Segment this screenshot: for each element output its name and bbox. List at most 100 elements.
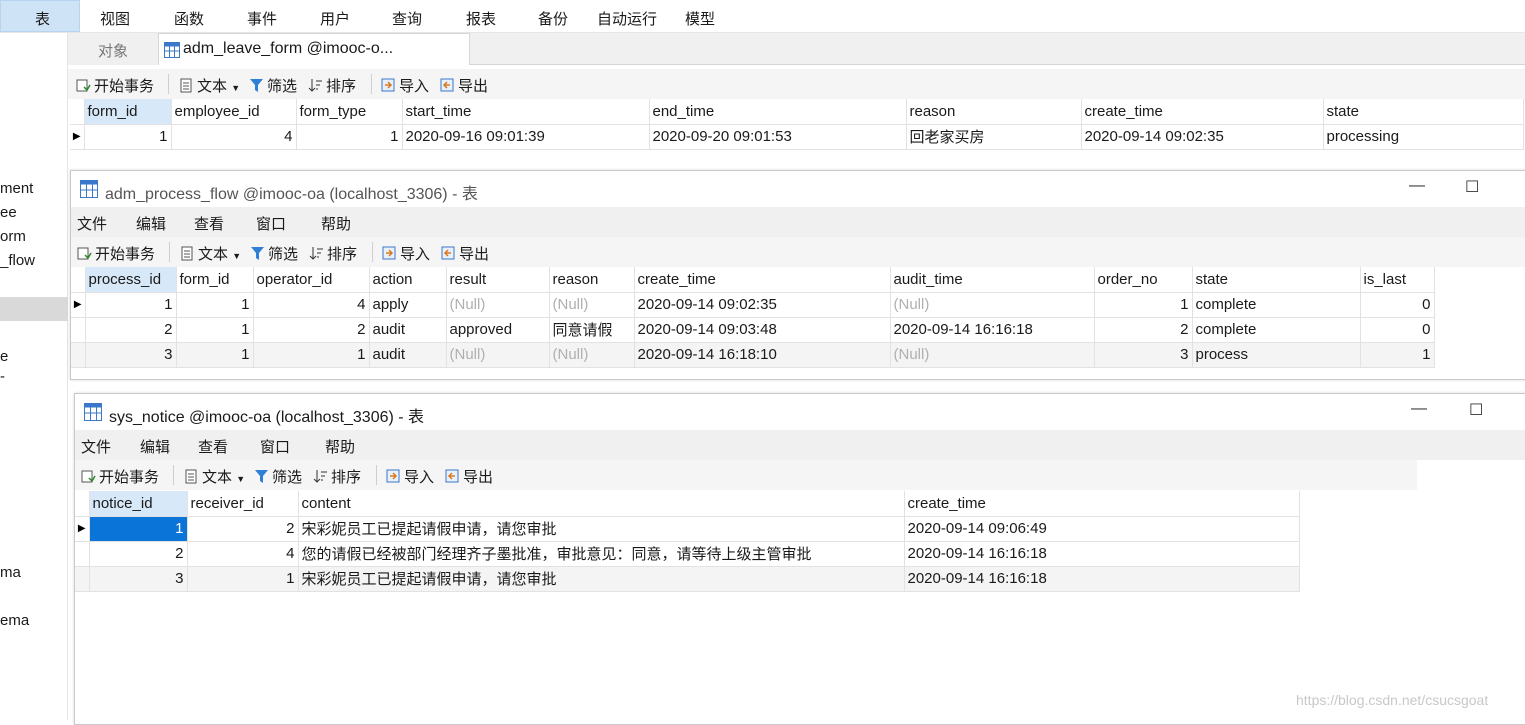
table-cell[interactable]: complete [1192,292,1361,318]
table-cell[interactable]: 2020-09-14 09:03:48 [634,317,891,343]
table-cell[interactable]: 2020-09-14 09:02:35 [634,292,891,318]
table-cell[interactable]: 2020-09-14 16:16:18 [890,317,1095,343]
column-header[interactable]: is_last [1360,267,1435,293]
table-cell[interactable]: 1 [176,292,254,318]
column-header[interactable]: content [298,491,905,517]
table-cell[interactable]: 1 [176,342,254,368]
maximize-icon[interactable]: ☐ [1465,177,1479,197]
menu-table[interactable]: 表 [35,8,50,29]
column-header[interactable]: notice_id [89,491,188,517]
selected-cell[interactable]: 1 [89,516,188,542]
menu-automation[interactable]: 自动运行 [597,8,657,29]
table-row[interactable]: ▶ 1 2 宋彩妮员工已提起请假申请，请您审批 2020-09-14 09:06… [75,516,1300,542]
table-cell[interactable]: 4 [187,541,299,567]
sidebar-item[interactable]: ment [0,180,33,197]
column-header[interactable]: create_time [1081,99,1324,125]
table-cell[interactable]: 1 [85,292,177,318]
table-cell[interactable]: 1 [84,124,172,150]
sort-button[interactable]: 排序 [313,466,361,487]
table-cell[interactable]: audit [369,342,447,368]
table-cell[interactable]: 0 [1360,317,1435,343]
table-cell[interactable]: 4 [253,292,370,318]
table-cell[interactable]: 2020-09-14 09:06:49 [904,516,1300,542]
menu-view[interactable]: 视图 [100,8,130,29]
sidebar-item[interactable]: ma [0,564,21,581]
table-row[interactable]: ▶ 1 4 1 2020-09-16 09:01:39 2020-09-20 0… [70,124,1524,150]
column-header[interactable]: form_id [176,267,254,293]
sort-button[interactable]: 排序 [308,75,356,96]
table-row[interactable]: ▶ 1 1 4 apply (Null) (Null) 2020-09-14 0… [71,292,1435,318]
import-button[interactable]: 导入 [381,75,429,96]
menu-backup[interactable]: 备份 [538,8,568,29]
menu-model[interactable]: 模型 [685,8,715,29]
table-cell[interactable]: 2020-09-14 16:18:10 [634,342,891,368]
menu-function[interactable]: 函数 [174,8,204,29]
menu-file[interactable]: 文件 [77,213,107,234]
table-cell[interactable]: 1 [296,124,403,150]
table-cell[interactable]: 1 [1094,292,1193,318]
table-row[interactable]: 3 1 宋彩妮员工已提起请假申请，请您审批 2020-09-14 16:16:1… [75,566,1300,592]
column-header[interactable]: process_id [85,267,177,293]
table-cell[interactable]: 2 [89,541,188,567]
column-header[interactable]: order_no [1094,267,1193,293]
table-cell[interactable]: (Null) [446,342,550,368]
table-row[interactable]: 2 4 您的请假已经被部门经理齐子墨批准，审批意见：同意，请等待上级主管审批 2… [75,541,1300,567]
begin-transaction-button[interactable]: 开始事务 [76,75,154,96]
column-header[interactable]: start_time [402,99,650,125]
menu-report[interactable]: 报表 [466,8,496,29]
export-button[interactable]: 导出 [445,466,493,487]
text-button[interactable]: 文本 ▼ [179,75,240,96]
maximize-icon[interactable]: ☐ [1469,400,1483,420]
sidebar-item[interactable]: ema [0,612,29,629]
table-cell[interactable]: process [1192,342,1361,368]
column-header[interactable]: form_id [84,99,172,125]
filter-button[interactable]: 筛选 [250,243,298,264]
import-button[interactable]: 导入 [382,243,430,264]
table-cell[interactable]: 回老家买房 [906,124,1082,150]
table-cell[interactable]: 宋彩妮员工已提起请假申请，请您审批 [298,516,905,542]
table-cell[interactable]: processing [1323,124,1524,150]
table-cell[interactable]: 2020-09-14 16:16:18 [904,566,1300,592]
sidebar-item[interactable]: _flow [0,252,35,269]
table-cell[interactable]: apply [369,292,447,318]
export-button[interactable]: 导出 [441,243,489,264]
table-cell[interactable]: 2 [85,317,177,343]
table-cell[interactable]: (Null) [549,292,635,318]
table-cell[interactable]: 2 [187,516,299,542]
begin-transaction-button[interactable]: 开始事务 [81,466,159,487]
table-cell[interactable]: 1 [253,342,370,368]
table-cell[interactable]: audit [369,317,447,343]
table-cell[interactable]: 2020-09-16 09:01:39 [402,124,650,150]
sort-button[interactable]: 排序 [309,243,357,264]
table-cell[interactable]: 3 [89,566,188,592]
begin-transaction-button[interactable]: 开始事务 [77,243,155,264]
table-cell[interactable]: (Null) [446,292,550,318]
column-header[interactable]: state [1192,267,1361,293]
sidebar-item[interactable]: ee [0,204,17,221]
column-header[interactable]: operator_id [253,267,370,293]
table-cell[interactable]: (Null) [549,342,635,368]
menu-edit[interactable]: 编辑 [136,213,166,234]
table-cell[interactable]: 2020-09-14 09:02:35 [1081,124,1324,150]
menu-view[interactable]: 查看 [194,213,224,234]
column-header[interactable]: employee_id [171,99,297,125]
menu-help[interactable]: 帮助 [321,213,351,234]
table-row[interactable]: 2 1 2 audit approved 同意请假 2020-09-14 09:… [71,317,1435,343]
import-button[interactable]: 导入 [386,466,434,487]
menu-user[interactable]: 用户 [320,8,350,29]
filter-button[interactable]: 筛选 [254,466,302,487]
sidebar-item[interactable]: - [0,368,5,385]
table-cell[interactable]: approved [446,317,550,343]
menu-event[interactable]: 事件 [247,8,277,29]
text-button[interactable]: 文本 ▼ [180,243,241,264]
table-cell[interactable]: (Null) [890,342,1095,368]
text-button[interactable]: 文本 ▼ [184,466,245,487]
table-cell[interactable]: complete [1192,317,1361,343]
column-header[interactable]: form_type [296,99,403,125]
table-cell[interactable]: 4 [171,124,297,150]
column-header[interactable]: create_time [904,491,1300,517]
sidebar-item[interactable]: e [0,348,8,365]
column-header[interactable]: end_time [649,99,907,125]
menu-help[interactable]: 帮助 [325,436,355,457]
table-cell[interactable]: 3 [1094,342,1193,368]
